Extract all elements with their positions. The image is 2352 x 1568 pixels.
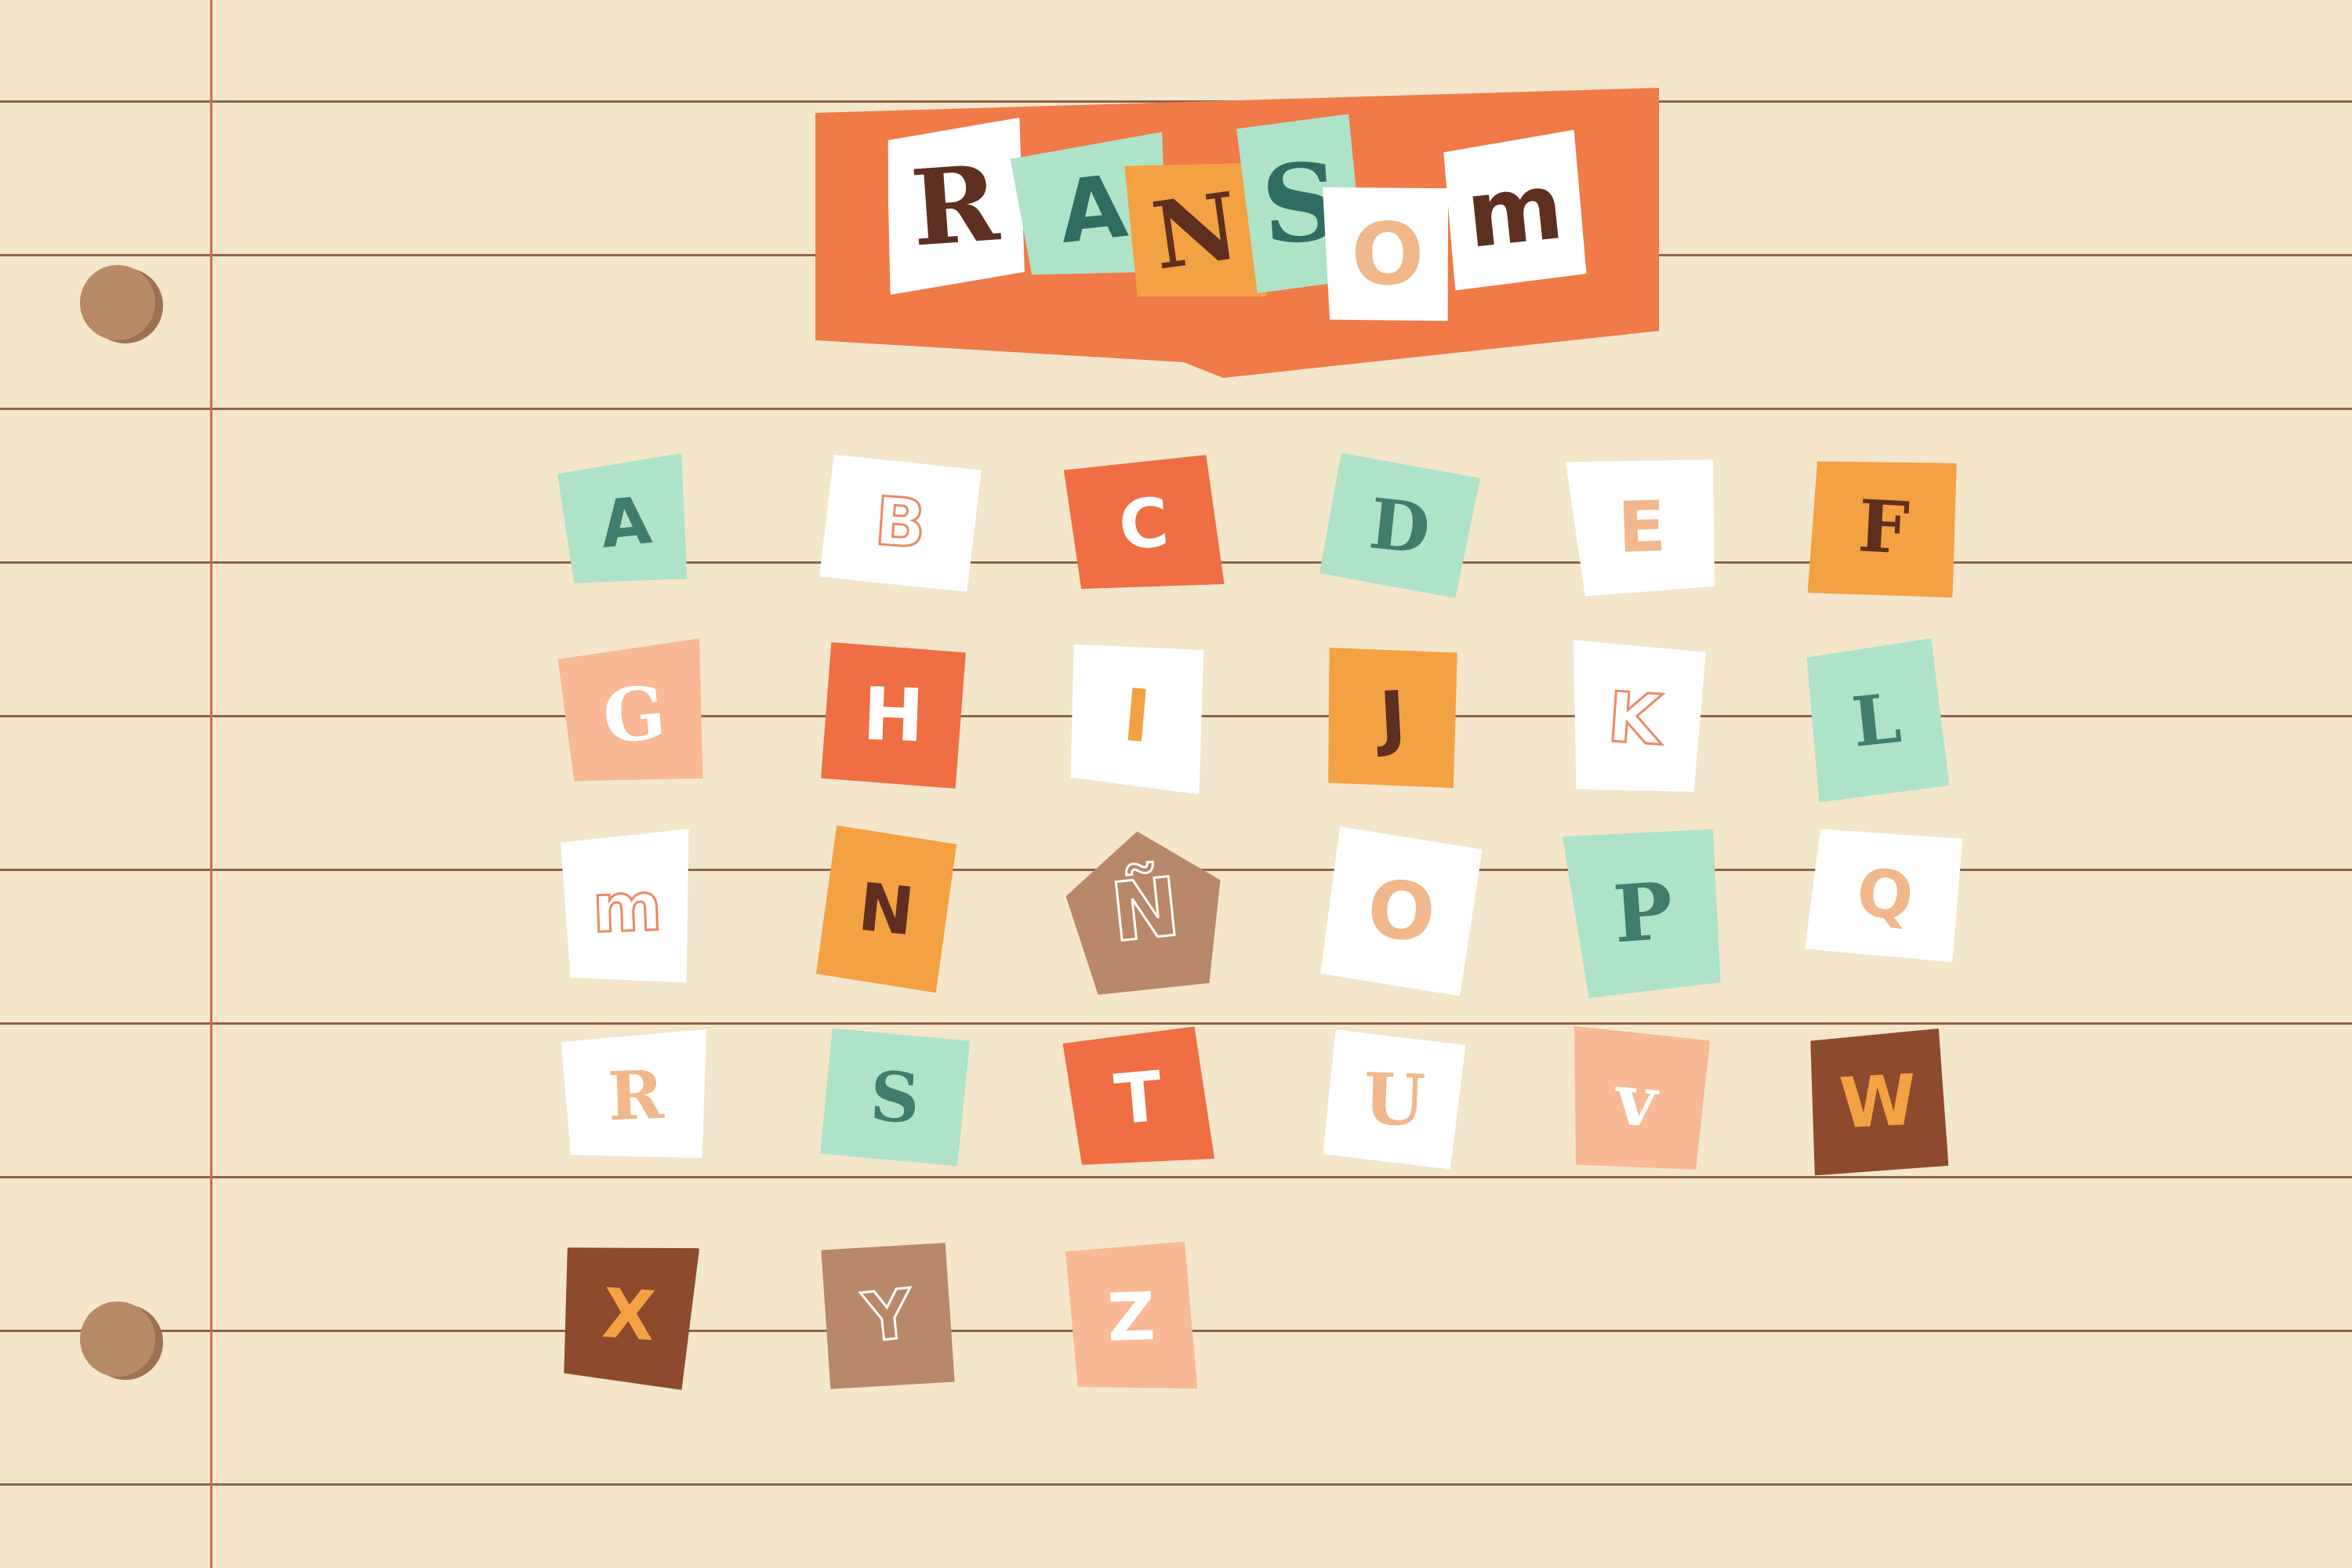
alphabet-letter-card: G (557, 638, 712, 789)
alphabet-letter-card: Y (816, 1237, 960, 1395)
ruled-line (0, 408, 2352, 410)
alphabet-letter: U (1362, 1057, 1427, 1142)
alphabet-letter-card: Z (1065, 1241, 1197, 1393)
alphabet-letter-card: L (1803, 638, 1949, 802)
alphabet-letter-card: K (1563, 640, 1707, 797)
ruled-line (0, 1176, 2352, 1178)
alphabet-letter-card: U (1323, 1029, 1466, 1170)
alphabet-letter-card: N (815, 825, 957, 993)
alphabet-letter-card: P (1563, 826, 1724, 1000)
alphabet-letter: S (868, 1055, 922, 1139)
alphabet-letter: K (1605, 676, 1664, 761)
alphabet-letter-card: I (1062, 639, 1211, 795)
alphabet-letter-card: D (1319, 452, 1482, 599)
alphabet-letter-card: E (1566, 457, 1718, 597)
alphabet-letter-card: O (1319, 826, 1483, 996)
alphabet-letter: D (1366, 481, 1434, 570)
alphabet-letter: L (1848, 677, 1905, 763)
alphabet-letter: Q (1853, 853, 1918, 935)
alphabet-letter: m (591, 867, 663, 949)
alphabet-letter-card: v (1563, 1026, 1711, 1175)
title-letter: N (1145, 171, 1245, 291)
alphabet-letter-card: T (1062, 1025, 1214, 1171)
alphabet-letter-card: A (557, 453, 695, 591)
punch-hole-top (80, 265, 155, 340)
alphabet-letter: Y (859, 1274, 916, 1358)
alphabet-letter: I (1120, 673, 1154, 760)
title-letter-card: m (1440, 130, 1590, 291)
alphabet-letter: A (596, 481, 655, 563)
alphabet-letter: W (1837, 1058, 1919, 1145)
alphabet-letter-card: W (1807, 1029, 1948, 1176)
alphabet-letter: B (872, 482, 929, 564)
alphabet-letter: v (1612, 1057, 1661, 1145)
ruled-line (0, 1483, 2352, 1486)
title-letter: R (907, 141, 1003, 270)
alphabet-letter-card: F (1808, 456, 1960, 600)
alphabet-letter: C (1116, 483, 1171, 566)
alphabet-letter-card: R (561, 1029, 711, 1163)
title-letter-card: O (1323, 183, 1453, 325)
title-letter: A (1054, 155, 1132, 263)
alphabet-letter-card: X (558, 1239, 699, 1390)
alphabet-letter: E (1616, 485, 1668, 568)
alphabet-letter: R (606, 1055, 666, 1136)
alphabet-letter: G (599, 669, 670, 760)
alphabet-letter: Z (1105, 1277, 1157, 1357)
title-letter-card: R (879, 118, 1031, 295)
alphabet-letter: F (1856, 485, 1911, 571)
alphabet-letter-card: H (821, 642, 966, 789)
alphabet-letter-card: B (819, 454, 982, 592)
ruled-line (0, 1022, 2352, 1025)
alphabet-letter: Ñ (1106, 859, 1185, 960)
margin-line (210, 0, 212, 1568)
alphabet-letter: J (1377, 675, 1408, 760)
alphabet-letter-card: m (561, 829, 695, 987)
alphabet-letter: T (1111, 1055, 1166, 1141)
title-letter: m (1461, 151, 1568, 269)
alphabet-letter-card: C (1063, 454, 1224, 594)
alphabet-letter-card: J (1321, 641, 1465, 795)
alphabet-letter-card: Q (1805, 824, 1965, 965)
alphabet-letter: N (855, 868, 918, 950)
alphabet-letter: H (861, 671, 926, 759)
alphabet-letter-card: S (820, 1028, 970, 1166)
punch-hole-bottom (80, 1301, 155, 1377)
title-letter: O (1349, 202, 1426, 306)
alphabet-letter: X (600, 1272, 659, 1356)
alphabet-letter: O (1364, 862, 1439, 960)
alphabet-letter: P (1610, 864, 1676, 961)
